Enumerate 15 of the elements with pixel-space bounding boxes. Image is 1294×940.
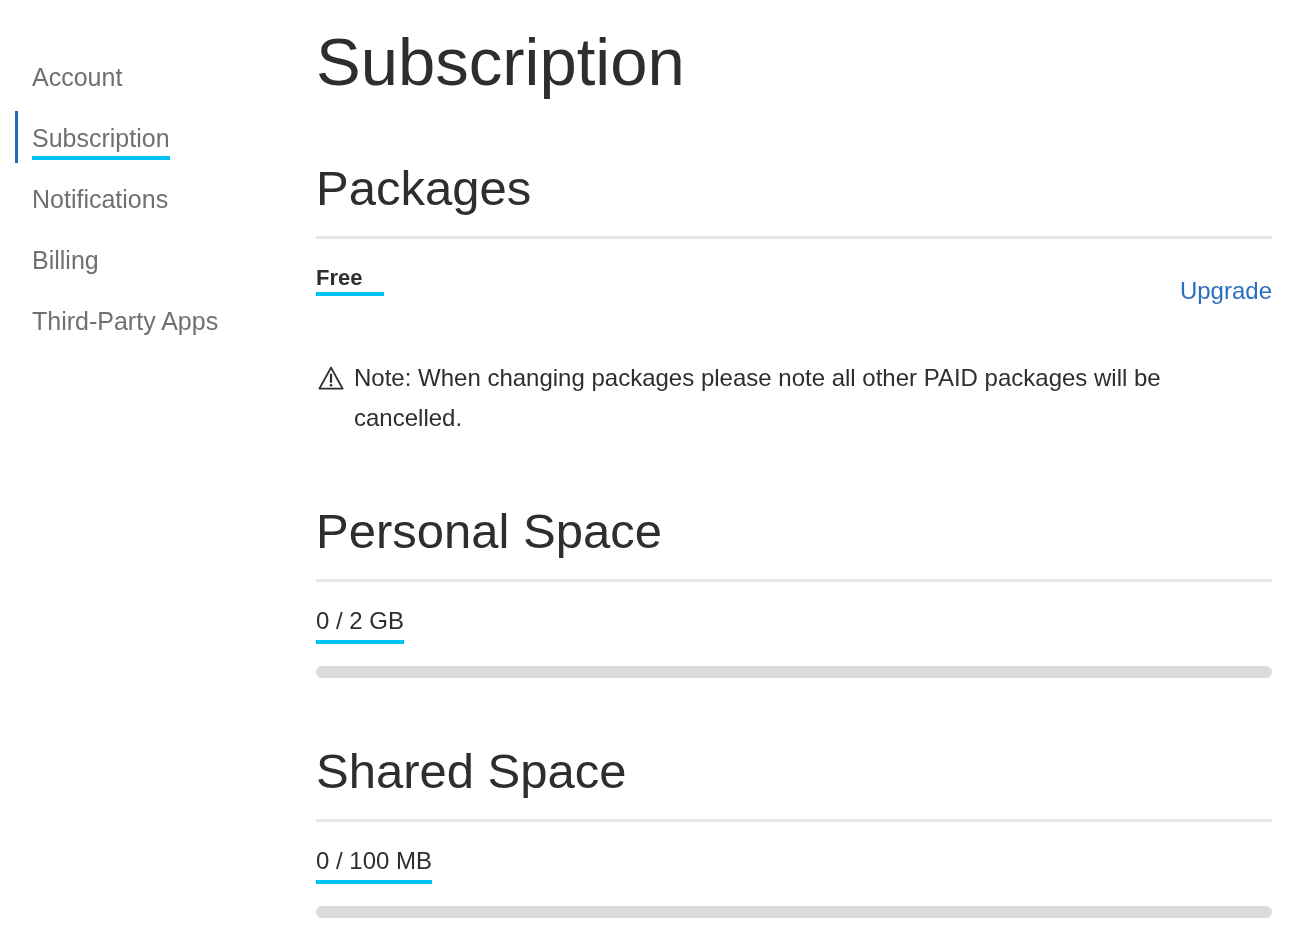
sidebar-item[interactable]: Billing bbox=[15, 233, 111, 285]
section-heading: Shared Space bbox=[316, 743, 627, 799]
page-title: Subscription bbox=[316, 23, 685, 101]
warning-note: Note: When changing packages please note all other PAID packages will be cancelled. bbox=[354, 363, 1162, 433]
upgrade-link[interactable]: Upgrade bbox=[1179, 276, 1272, 306]
plan-label: Free bbox=[316, 264, 385, 296]
sidebar-item[interactable]: Subscription bbox=[15, 111, 182, 163]
usage-text: 0 / 2 GB bbox=[316, 606, 405, 644]
usage-text: 0 / 100 MB bbox=[316, 846, 433, 884]
section-heading: Packages bbox=[316, 160, 532, 216]
section-heading: Personal Space bbox=[316, 503, 662, 559]
warning-icon bbox=[318, 366, 344, 390]
sidebar-item[interactable]: Notifications bbox=[15, 172, 181, 224]
sidebar-item[interactable]: Account bbox=[15, 50, 135, 102]
sidebar-item[interactable]: Third-Party Apps bbox=[15, 294, 231, 346]
